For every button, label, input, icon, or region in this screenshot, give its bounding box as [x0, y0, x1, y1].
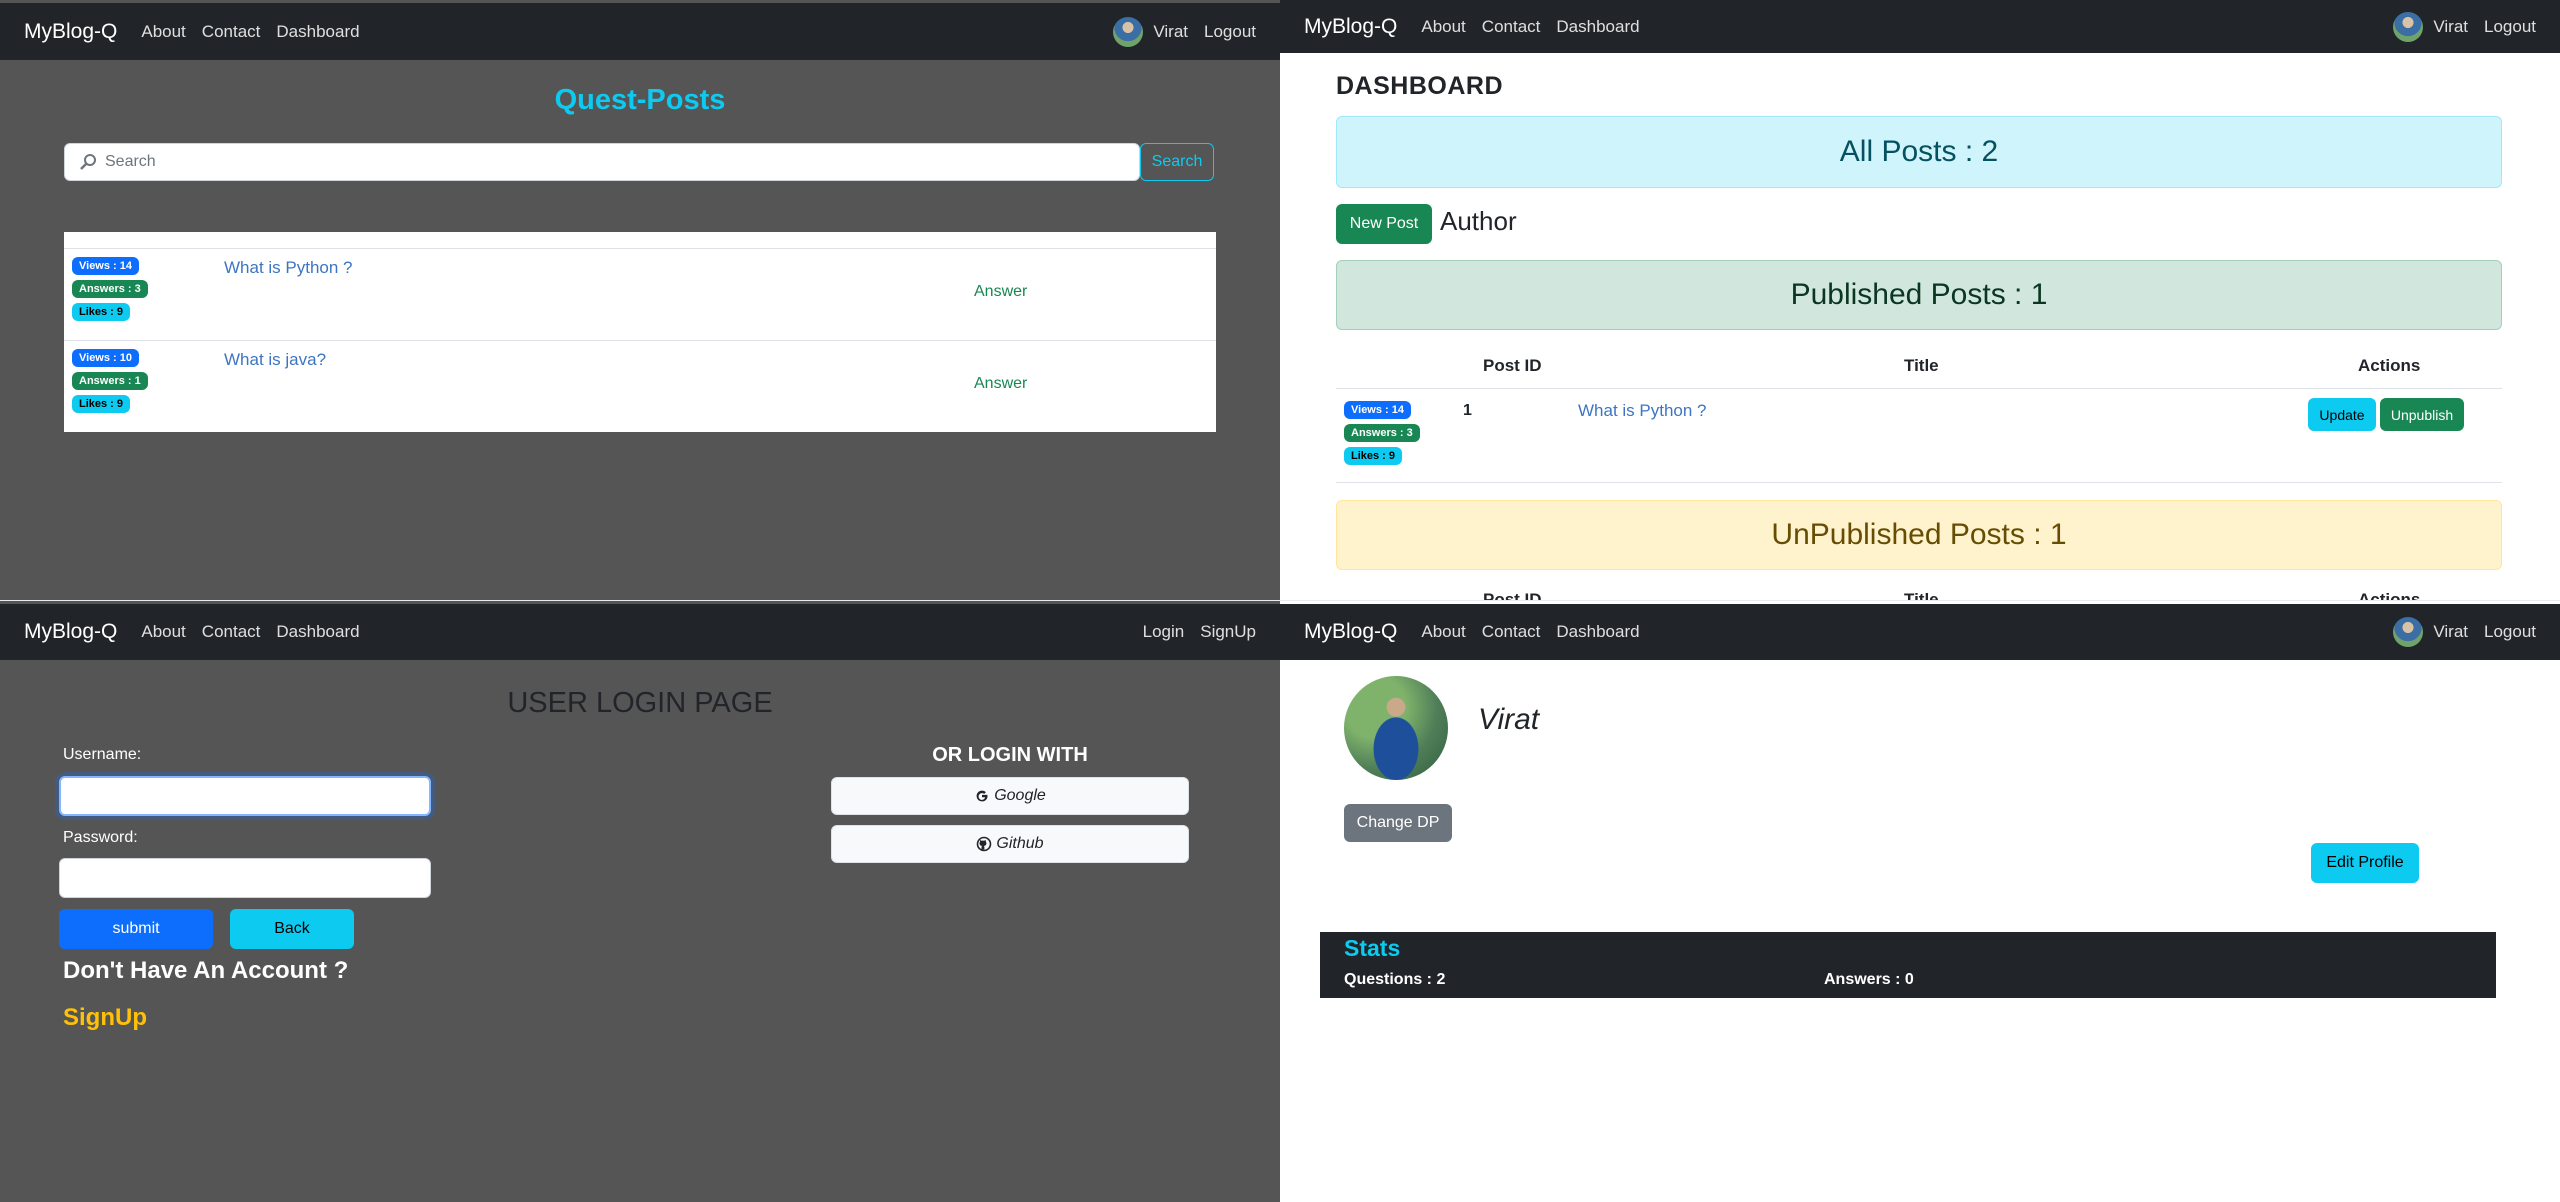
dashboard-panel: MyBlog-Q About Contact Dashboard Virat L…: [1280, 0, 2560, 600]
nav-about[interactable]: About: [141, 22, 185, 42]
published-posts-banner: Published Posts : 1: [1336, 260, 2502, 330]
brand-link[interactable]: MyBlog-Q: [24, 620, 117, 644]
views-badge: Views : 14: [72, 257, 139, 275]
profile-panel: MyBlog-Q About Contact Dashboard Virat L…: [1280, 601, 2560, 1202]
all-posts-banner: All Posts : 2: [1336, 116, 2502, 188]
nav-about[interactable]: About: [1421, 17, 1465, 37]
login-panel: MyBlog-Q About Contact Dashboard Login S…: [0, 601, 1280, 1202]
github-label: Github: [996, 835, 1044, 852]
google-icon: [974, 788, 990, 804]
column-header-actions: Actions: [2358, 590, 2421, 600]
table-divider: [1336, 482, 2502, 483]
dashboard-heading: DASHBOARD: [1336, 72, 1503, 100]
column-header-title: Title: [1904, 356, 1939, 375]
nav-dashboard[interactable]: Dashboard: [1556, 622, 1639, 642]
nav-about[interactable]: About: [141, 622, 185, 642]
github-icon: [976, 836, 992, 852]
new-post-button[interactable]: New Post: [1336, 204, 1432, 244]
nav-dashboard[interactable]: Dashboard: [276, 622, 359, 642]
no-account-text: Don't Have An Account ?: [63, 957, 349, 984]
column-header-title: Title: [1904, 590, 1939, 600]
stats-title: Stats: [1344, 935, 1401, 961]
nav-logout[interactable]: Logout: [1204, 22, 1256, 42]
profile-picture: [1344, 676, 1448, 780]
post-list: Views : 14 Answers : 3 Likes : 9 What is…: [64, 232, 1216, 432]
change-dp-button[interactable]: Change DP: [1344, 804, 1452, 842]
avatar[interactable]: [2393, 617, 2424, 647]
stats-card: Stats Questions : 2 Answers : 0: [1320, 932, 2496, 998]
password-label: Password:: [63, 829, 138, 846]
list-item: Views : 14 Answers : 3 Likes : 9 What is…: [64, 248, 1216, 339]
navbar: MyBlog-Q About Contact Dashboard Login S…: [0, 604, 1280, 660]
views-badge: Views : 10: [72, 349, 139, 367]
submit-button[interactable]: submit: [59, 909, 213, 949]
nav-user-name[interactable]: Virat: [2433, 622, 2468, 642]
answers-badge: Answers : 3: [72, 280, 148, 298]
username-field[interactable]: [59, 776, 431, 816]
nav-signup[interactable]: SignUp: [1200, 622, 1256, 642]
username-label: Username:: [63, 746, 142, 763]
nav-contact[interactable]: Contact: [202, 622, 261, 642]
brand-link[interactable]: MyBlog-Q: [24, 20, 117, 44]
answers-badge: Answers : 3: [1344, 424, 1420, 442]
unpublished-posts-banner: UnPublished Posts : 1: [1336, 500, 2502, 570]
back-button[interactable]: Back: [230, 909, 354, 949]
nav-logout[interactable]: Logout: [2484, 17, 2536, 37]
google-label: Google: [994, 787, 1046, 804]
avatar[interactable]: [1113, 16, 1144, 47]
or-login-with-heading: OR LOGIN WITH: [932, 744, 1088, 766]
nav-dashboard[interactable]: Dashboard: [1556, 17, 1639, 37]
nav-contact[interactable]: Contact: [1482, 622, 1541, 642]
column-header-actions: Actions: [2358, 356, 2421, 375]
search-box: [64, 143, 1140, 181]
google-login-button[interactable]: Google: [831, 777, 1189, 815]
github-login-button[interactable]: Github: [831, 825, 1189, 863]
list-item: Views : 10 Answers : 1 Likes : 9 What is…: [64, 340, 1216, 431]
navbar: MyBlog-Q About Contact Dashboard Virat L…: [1280, 0, 2560, 53]
table-divider: [1336, 388, 2502, 389]
password-field[interactable]: [59, 858, 431, 898]
views-badge: Views : 14: [1344, 401, 1411, 419]
unpublish-button[interactable]: Unpublish: [2380, 398, 2464, 431]
post-title-link[interactable]: What is Python ?: [224, 258, 353, 278]
nav-contact[interactable]: Contact: [1482, 17, 1541, 37]
profile-username: Virat: [1478, 703, 1540, 736]
avatar[interactable]: [2393, 11, 2424, 42]
page-title: Quest-Posts: [554, 84, 726, 116]
likes-badge: Likes : 9: [72, 303, 131, 321]
column-header-post-id: Post ID: [1483, 590, 1542, 600]
signup-link[interactable]: SignUp: [63, 1004, 147, 1032]
navbar: MyBlog-Q About Contact Dashboard Virat L…: [1280, 604, 2560, 660]
search-icon: [79, 153, 97, 171]
edit-profile-button[interactable]: Edit Profile: [2311, 843, 2419, 883]
nav-login[interactable]: Login: [1143, 622, 1185, 642]
post-title-link[interactable]: What is java?: [224, 350, 326, 370]
nav-user-name[interactable]: Virat: [1153, 22, 1188, 42]
answers-count: Answers : 0: [1824, 971, 1914, 988]
navbar: MyBlog-Q About Contact Dashboard Virat L…: [0, 3, 1280, 60]
answers-badge: Answers : 1: [72, 372, 148, 390]
author-label: Author: [1440, 206, 1517, 236]
update-button[interactable]: Update: [2308, 398, 2376, 431]
nav-contact[interactable]: Contact: [202, 22, 261, 42]
table-row-badges: Views : 14 Answers : 3 Likes : 9: [1344, 401, 1420, 465]
nav-logout[interactable]: Logout: [2484, 622, 2536, 642]
brand-link[interactable]: MyBlog-Q: [1304, 15, 1397, 39]
nav-about[interactable]: About: [1421, 622, 1465, 642]
questions-count: Questions : 2: [1344, 971, 1446, 988]
post-title-link[interactable]: What is Python ?: [1578, 401, 1707, 421]
likes-badge: Likes : 9: [72, 395, 131, 413]
column-header-post-id: Post ID: [1483, 356, 1542, 375]
nav-user-name[interactable]: Virat: [2433, 17, 2468, 37]
likes-badge: Likes : 9: [1344, 447, 1403, 465]
post-id-cell: 1: [1463, 402, 1472, 419]
brand-link[interactable]: MyBlog-Q: [1304, 620, 1397, 644]
search-button[interactable]: Search: [1140, 143, 1214, 181]
search-input[interactable]: [103, 152, 1139, 172]
page-title: USER LOGIN PAGE: [507, 687, 773, 719]
answer-link[interactable]: Answer: [974, 283, 1027, 301]
nav-dashboard[interactable]: Dashboard: [276, 22, 359, 42]
answer-link[interactable]: Answer: [974, 375, 1027, 393]
home-panel: MyBlog-Q About Contact Dashboard Virat L…: [0, 0, 1280, 600]
